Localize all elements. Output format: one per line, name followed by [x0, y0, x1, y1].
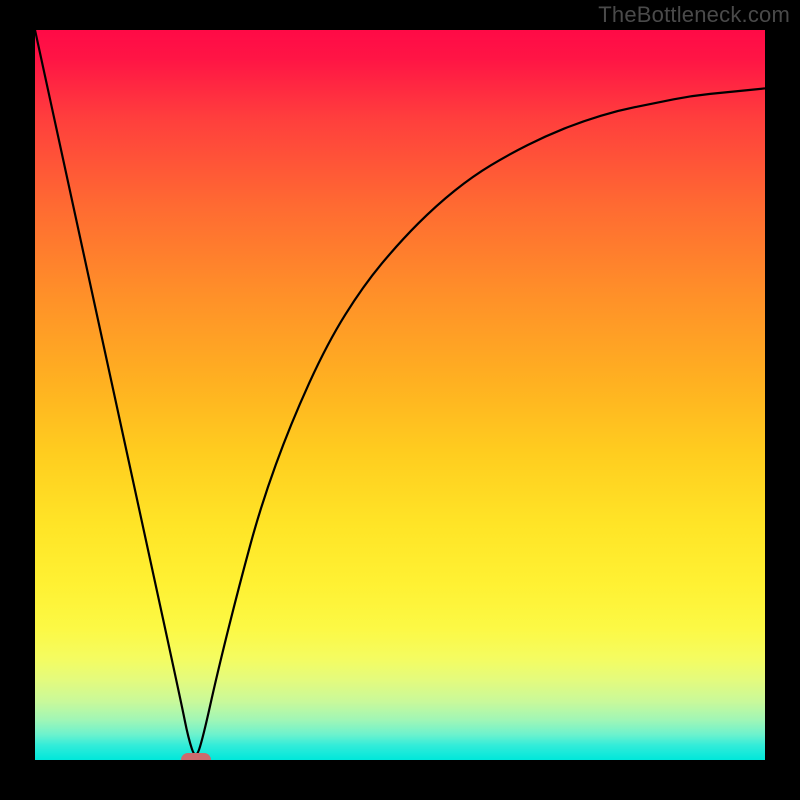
- minimum-marker: [181, 753, 211, 760]
- bottleneck-curve: [35, 30, 765, 760]
- plot-area: [35, 30, 765, 760]
- curve-path: [35, 30, 765, 755]
- chart-frame: TheBottleneck.com: [0, 0, 800, 800]
- watermark-text: TheBottleneck.com: [598, 2, 790, 28]
